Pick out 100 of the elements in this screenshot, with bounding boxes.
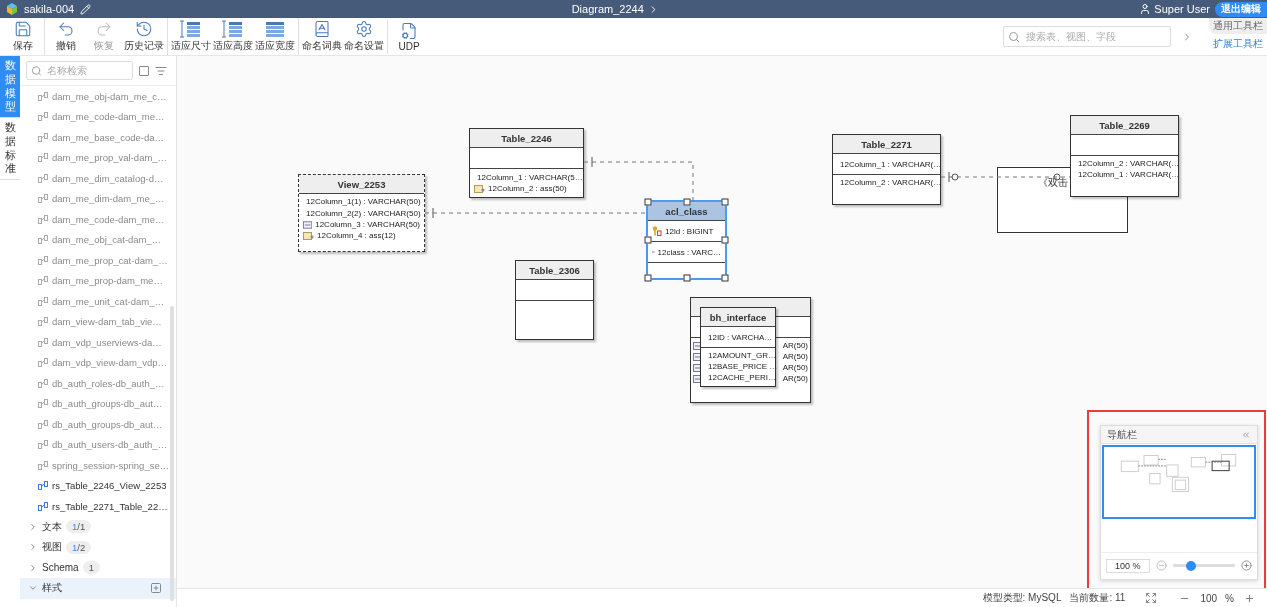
resize-handle[interactable] [721, 274, 729, 282]
column-text: 12Column_1 : VARCHAR(5… [477, 172, 583, 182]
relation-icon [38, 214, 48, 224]
toolbar-button[interactable]: 撤销 [47, 18, 85, 55]
relation-item[interactable]: dam_me_base_code-da… [38, 127, 176, 148]
table-entity[interactable]: bh_interface 12ID : VARCHA… 12AMOUNT_GR… 12BASE_PRICE … 12CACHE_PERI… [700, 307, 776, 387]
relation-item[interactable]: dam_me_prop_cat-dam_… [38, 250, 176, 271]
diagram-title[interactable]: Diagram_2244 [571, 3, 644, 15]
resize-handle[interactable] [683, 274, 690, 282]
group-row[interactable]: 样式 [20, 578, 176, 599]
toolbar-button[interactable]: UDP [390, 19, 428, 54]
relation-icon [38, 276, 48, 286]
column-icon [693, 352, 703, 361]
column-text: 12class : VARC… [657, 247, 721, 257]
entity-header: View_2253 [299, 175, 424, 194]
table-entity[interactable]: Table_2306 [515, 260, 594, 340]
relation-item[interactable]: dam_me_prop-dam_me… [38, 270, 176, 291]
column-text: 12Column_1(1) : VARCHAR(50) [306, 197, 421, 206]
relation-item[interactable]: spring_session-spring_se… [38, 455, 176, 476]
relation-icon [38, 481, 48, 491]
column-text: 12Column_2(2) : VARCHAR(50) [306, 208, 421, 218]
table-entity[interactable]: Table_2271 12Column_1 : VARCHAR(… 12Column_2 : VARCHAR(… [832, 134, 941, 205]
entity-header: bh_interface [701, 308, 775, 327]
column-icon [693, 341, 703, 350]
user-name[interactable]: Super User [1154, 3, 1210, 15]
relation-item[interactable]: rs_Table_2246_View_2253 [38, 475, 176, 496]
relation-icon [38, 501, 48, 511]
relation-item[interactable]: dam_me_dim_catalog-d… [38, 168, 176, 189]
resize-handle[interactable] [644, 274, 652, 282]
table-entity[interactable]: Table_2246 12Column_1 : VARCHAR(5… 12Column_2 : ass(50) [469, 128, 584, 198]
column-text: 12Column_1 : VARCHAR(… [1078, 170, 1180, 179]
relation-icon [38, 337, 48, 347]
relation-item[interactable]: dam_me_obj_cat-dam_… [38, 229, 176, 250]
relation-icon [38, 132, 48, 142]
resize-handle[interactable] [721, 236, 729, 244]
relation-icon [38, 358, 48, 368]
table-entity[interactable]: acl_class 12id : BIGINT 12class : VARC… [647, 201, 726, 279]
relation-item[interactable]: dam_vdp_userviews-da… [38, 332, 176, 353]
resize-handle[interactable] [644, 198, 652, 206]
relation-item[interactable]: dam_vdp_view-dam_vdp… [38, 352, 176, 373]
toolbar-button[interactable]: 命名设置 [343, 18, 385, 55]
zoom-in-icon[interactable] [1241, 560, 1252, 571]
group-row[interactable]: 视图 1/2 [20, 537, 176, 558]
relation-item[interactable]: dam_me_prop_val-dam_… [38, 147, 176, 168]
relation-icon [38, 419, 48, 429]
toolbar-button[interactable]: 适应尺寸 [170, 18, 212, 55]
plus-icon [1244, 592, 1255, 604]
resize-handle[interactable] [683, 198, 690, 206]
name-search-field[interactable]: 名称检索 [26, 61, 133, 80]
slider-thumb[interactable] [1186, 560, 1197, 571]
column-text: 12AMOUNT_GR… [708, 351, 776, 360]
group-label: 文本 [42, 519, 62, 534]
entity-header: Table_2246 [470, 129, 583, 148]
relation-icon [38, 173, 48, 183]
column-text: 12id : BIGINT [665, 226, 714, 236]
relation-icon [38, 194, 48, 204]
relation-item[interactable]: db_auth_groups-db_aut… [38, 393, 176, 414]
history-icon [135, 20, 153, 38]
entity-header: Table_2271 [833, 135, 940, 154]
relation-item[interactable]: dam_me_code-dam_me… [38, 209, 176, 230]
list-icon[interactable] [155, 64, 167, 77]
primary-key-icon [652, 226, 662, 236]
cube-icon [6, 3, 18, 15]
relation-item[interactable]: dam_me_dim-dam_me_… [38, 188, 176, 209]
column-text: 12Column_2 : VARCHAR(… [840, 178, 942, 187]
edit-icon[interactable] [80, 3, 92, 15]
checkbox[interactable] [139, 65, 149, 76]
add-icon[interactable] [150, 582, 162, 595]
save-icon [14, 20, 32, 38]
relation-item[interactable]: dam_me_code-dam_me… [38, 106, 176, 127]
search-field[interactable]: 搜索表、视图、字段 [1003, 26, 1171, 47]
table-rows-icon [180, 20, 202, 38]
relation-item[interactable]: db_auth_users-db_auth_… [38, 434, 176, 455]
chevron-right-icon [28, 562, 38, 573]
relation-item[interactable]: rs_Table_2271_Table_22… [38, 496, 176, 517]
toolbar-button[interactable]: 适应宽度 [254, 18, 296, 55]
group-row[interactable]: 文本 1/1 [20, 516, 176, 537]
minimap-drawing[interactable] [1102, 445, 1256, 519]
resize-handle[interactable] [721, 198, 729, 206]
column-text: 12Column_4 : ass(12) [317, 231, 396, 240]
relation-item[interactable]: db_auth_groups-db_aut… [38, 414, 176, 435]
toolbar-tab[interactable]: 扩展工具栏 [1209, 36, 1267, 52]
toolbar-tab[interactable]: 通用工具栏 [1209, 18, 1267, 34]
settings-icon [355, 20, 373, 38]
table-entity[interactable]: Table_2269 12Column_2 : VARCHAR(… 12Column_1 : VARCHAR(… [1070, 115, 1179, 197]
relation-icon [38, 112, 48, 122]
relation-icon [38, 296, 48, 306]
toolbar-button[interactable]: 适应高度 [212, 18, 254, 55]
toolbar-button[interactable]: 命名词典 [301, 18, 343, 55]
user-icon [1139, 3, 1152, 15]
toolbar-button[interactable]: 历史记录 [123, 18, 165, 55]
relation-item[interactable]: db_auth_roles-db_auth_… [38, 373, 176, 394]
relation-item[interactable]: dam_view-dam_tab_vie… [38, 311, 176, 332]
zoom-field[interactable]: 100 % [1106, 558, 1150, 573]
relation-item[interactable]: dam_me_obj-dam_me_c… [38, 86, 176, 107]
group-row[interactable]: Schema 1 [20, 557, 176, 578]
resize-handle[interactable] [644, 236, 652, 244]
toolbar-button[interactable]: 保存 [4, 18, 42, 55]
view-entity[interactable]: View_2253 12Column_1(1) : VARCHAR(50) 12Column_2(2) : VARCHAR(50) 12Column_3 : VARCHAR(50) 12Column_4 : ass(12) [298, 174, 425, 252]
relation-item[interactable]: dam_me_unit_cat-dam_… [38, 291, 176, 312]
